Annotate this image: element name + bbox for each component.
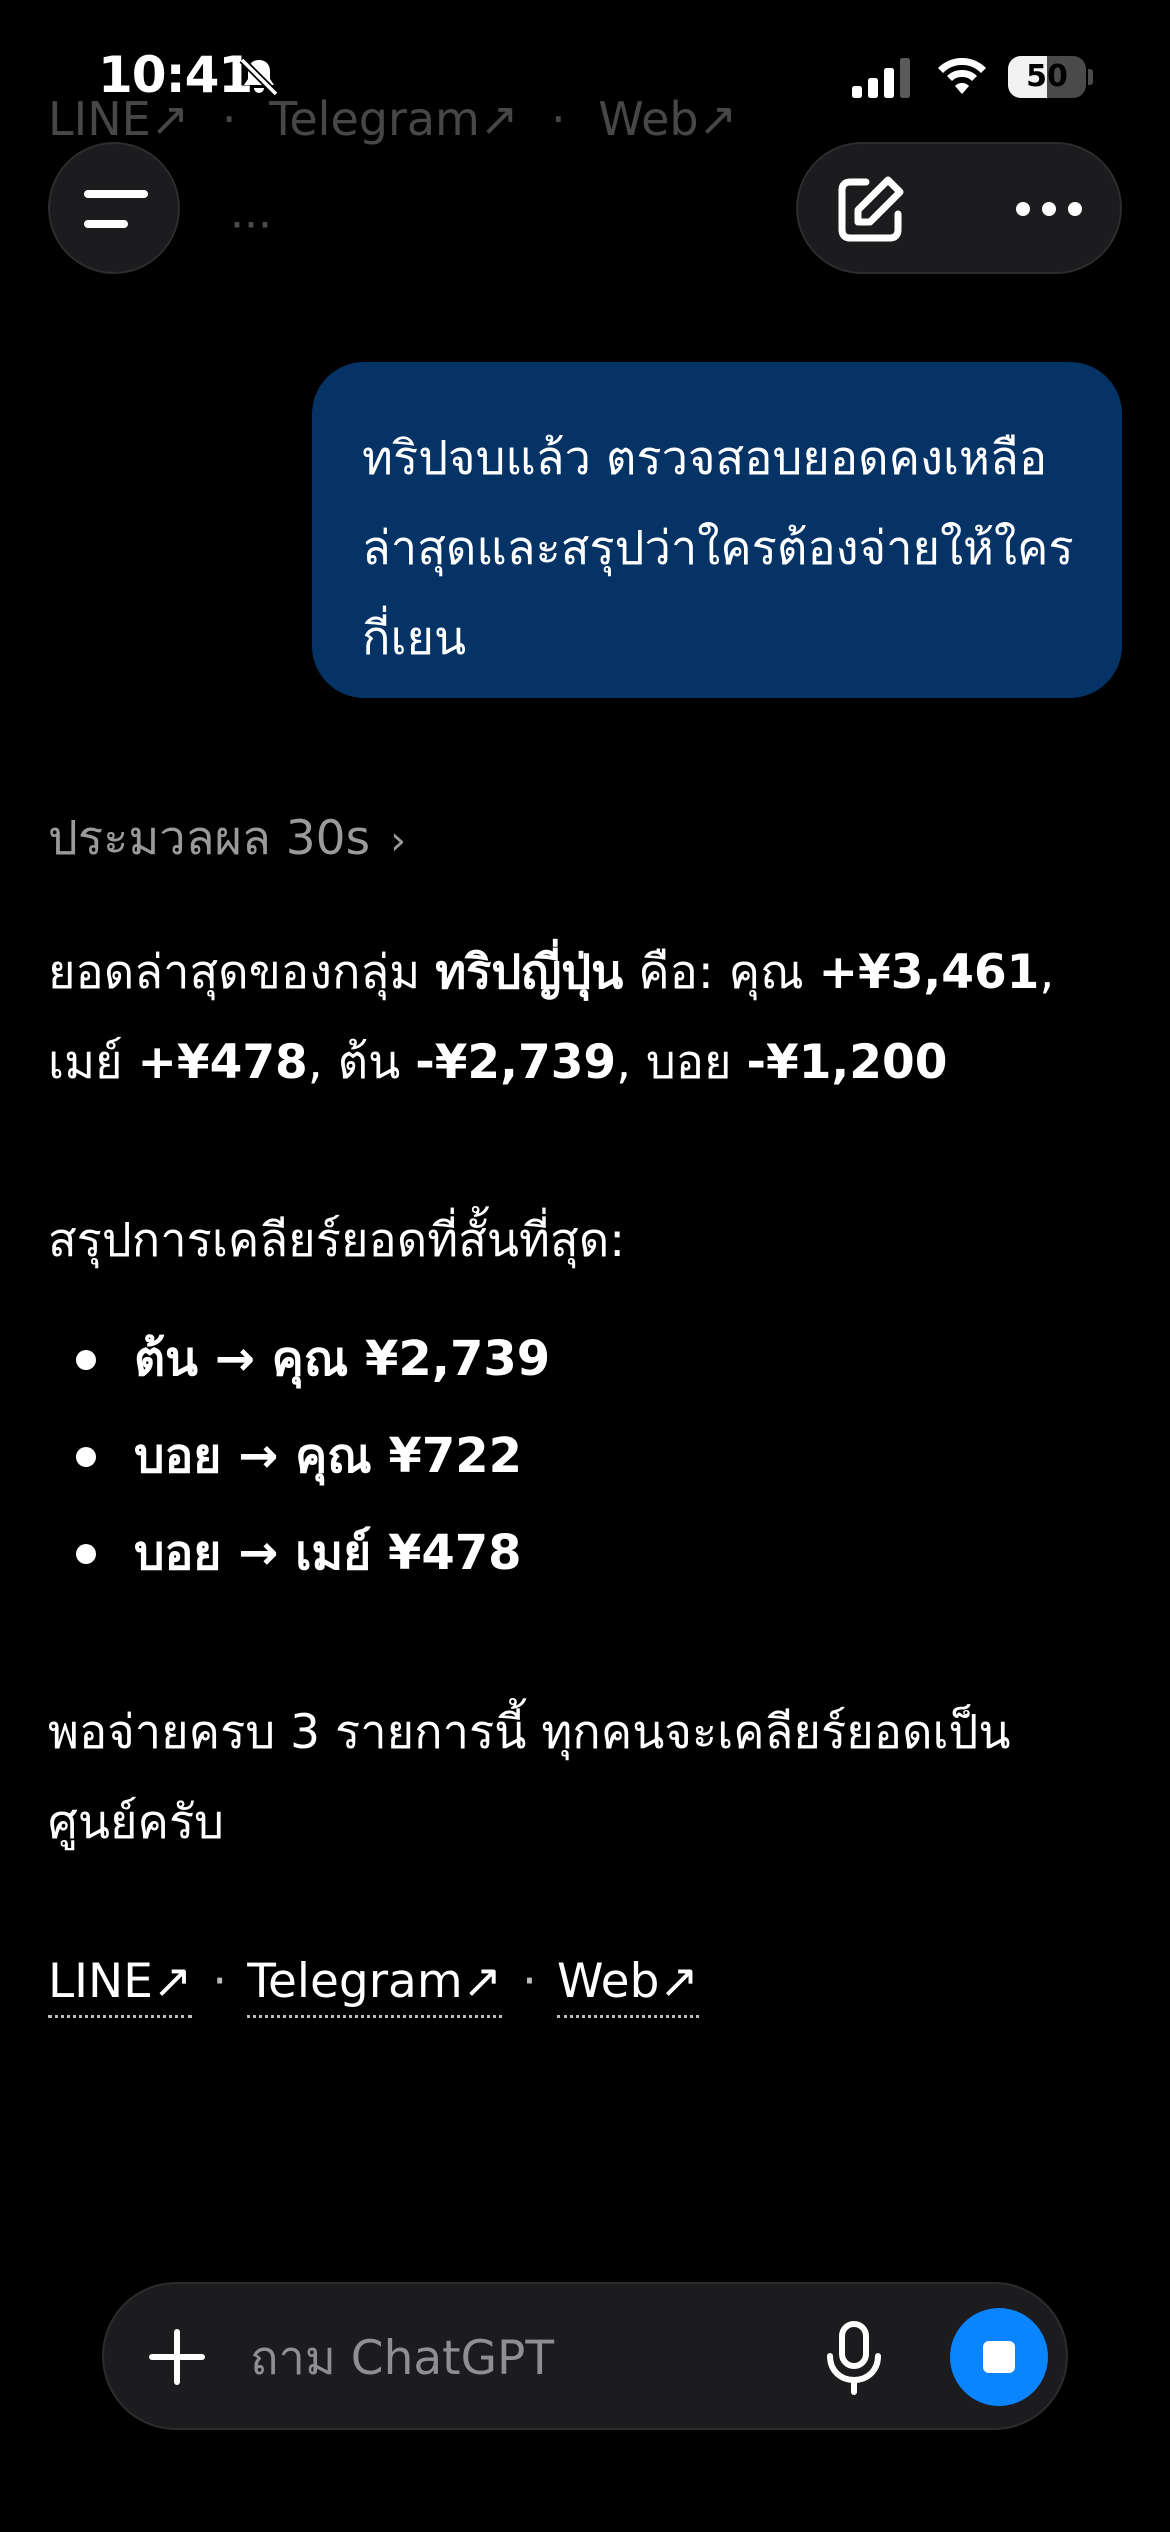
link-separator: · (212, 1954, 228, 2009)
message-input[interactable] (250, 2320, 770, 2396)
bullet-icon (76, 1447, 96, 1467)
thinking-toggle[interactable]: ประมวลผล 30s › (48, 800, 406, 875)
stop-icon (983, 2341, 1015, 2373)
menu-button[interactable] (48, 142, 180, 274)
plus-icon[interactable] (146, 2326, 208, 2388)
wifi-icon (938, 58, 986, 94)
user-message-text: ทริปจบแล้ว ตรวจสอบยอดคงเหลือล่าสุดและสรุ… (362, 431, 1074, 666)
answer-closing-paragraph: พอจ่ายครบ 3 รายการนี้ ทุกคนจะเคลียร์ยอดเ… (48, 1705, 1011, 1850)
list-item: ต้น → คุณ ¥2,739 (48, 1314, 1088, 1411)
group-name: ทริปญี่ปุ่น (435, 945, 624, 1000)
list-item: บอย → คุณ ¥722 (48, 1411, 1088, 1508)
cellular-signal-icon (852, 58, 910, 98)
link-web[interactable]: Web↗ (556, 1954, 699, 2018)
balance-ton: -¥2,739 (415, 1035, 617, 1090)
balance-you: +¥3,461 (818, 945, 1040, 1000)
edit-icon[interactable] (832, 172, 908, 248)
link-line[interactable]: LINE↗ (48, 1954, 193, 2018)
answer-paragraph-balances: ยอดล่าสุดของกลุ่ม ทริปญี่ปุ่น คือ: คุณ +… (48, 945, 1055, 1090)
link-telegram[interactable]: Telegram↗ (247, 1954, 502, 2018)
battery-icon: 50 (1008, 56, 1093, 98)
thinking-label: ประมวลผล 30s (48, 811, 371, 866)
stop-button[interactable] (950, 2308, 1048, 2406)
list-item: บอย → เมย์ ¥478 (48, 1508, 1088, 1605)
link-separator: · (522, 1954, 537, 2009)
bullet-icon (76, 1544, 96, 1564)
user-message-bubble: ทริปจบแล้ว ตรวจสอบยอดคงเหลือล่าสุดและสรุ… (312, 362, 1122, 698)
microphone-icon[interactable] (824, 2320, 884, 2396)
bullet-icon (76, 1350, 96, 1370)
answer-summary-heading: สรุปการเคลียร์ยอดที่สั้นที่สุด: (48, 1213, 626, 1268)
links-row: LINE↗ · Telegram↗ · Web↗ (48, 1954, 699, 2018)
balance-boy: -¥1,200 (746, 1035, 948, 1090)
more-dots-icon[interactable] (1014, 194, 1084, 224)
battery-percent: 50 (1026, 59, 1068, 94)
transfer-list: ต้น → คุณ ¥2,739 บอย → คุณ ¥722 บอย → เม… (48, 1314, 1088, 1605)
ghost-links: LINE↗ · Telegram↗ · Web↗ (48, 92, 738, 146)
balance-may: +¥478 (137, 1035, 308, 1090)
composer (102, 2282, 1068, 2430)
chevron-right-icon: › (390, 818, 407, 864)
header-actions (796, 142, 1122, 274)
